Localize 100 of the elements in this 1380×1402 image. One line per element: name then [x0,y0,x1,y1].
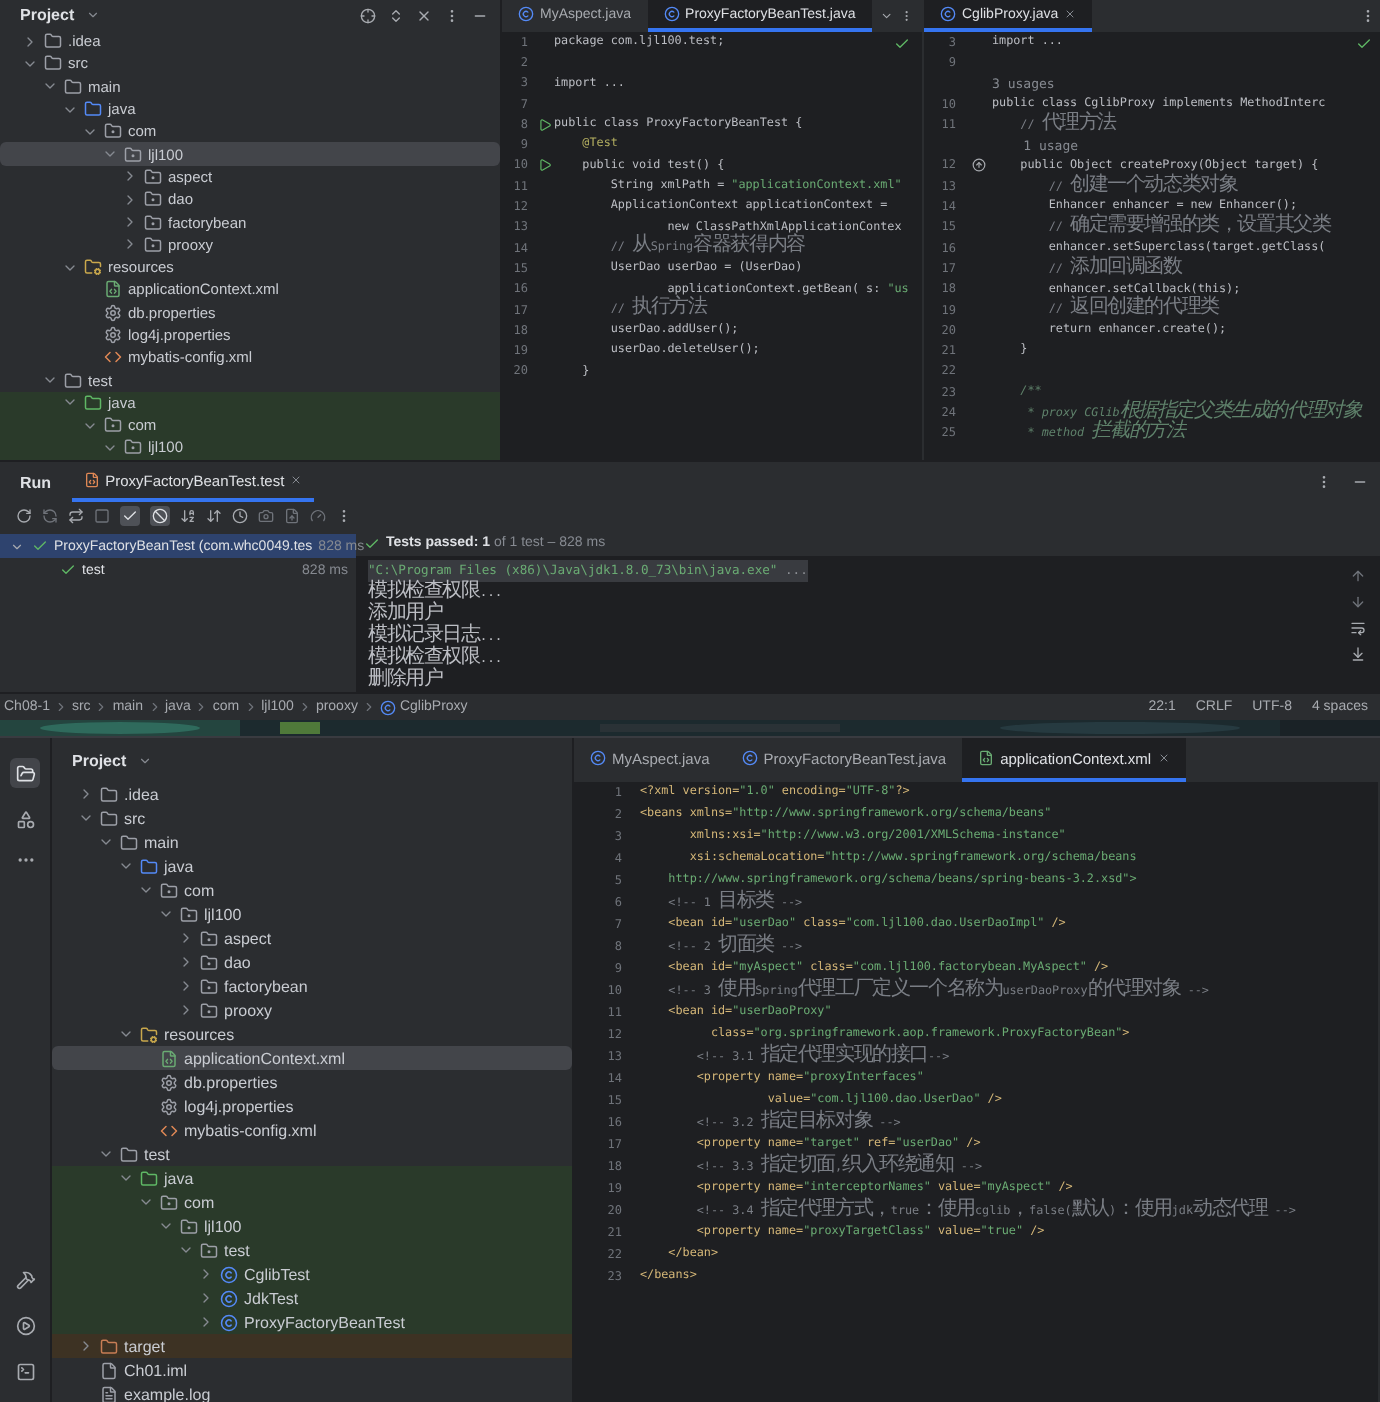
chevron-icon [194,700,209,714]
chevron-icon[interactable] [177,1242,193,1258]
tree-item[interactable]: factorybean [52,974,572,998]
panel-title[interactable]: Project [20,6,75,24]
tree-item[interactable]: prooxy [52,998,572,1022]
chevron-icon[interactable] [77,810,93,826]
folder-icon [44,54,62,73]
show-passed-icon[interactable] [120,506,140,526]
tree-item[interactable]: ProxyFactoryBeanTest [52,1310,572,1334]
folder-icon [84,393,102,412]
folder-icon [140,1169,158,1187]
tree-item[interactable]: .idea [52,782,572,806]
chevron-icon[interactable] [10,539,24,553]
package-icon [144,213,162,232]
package-icon [160,1193,178,1211]
folder-icon [140,857,158,875]
code-file-icon [978,750,995,766]
code-file-icon [83,472,100,488]
panel-title[interactable]: Project [72,751,127,769]
folder-icon [84,100,102,119]
folder-icon [120,833,138,851]
tree-item[interactable]: aspect [52,926,572,950]
history-icon[interactable] [232,508,248,524]
class-icon [590,750,606,766]
tree-item[interactable]: src [52,806,572,830]
method-marker-icon[interactable] [971,158,985,173]
tree-item[interactable]: ljl100 [52,1214,572,1238]
chevron-icon[interactable] [97,834,113,850]
tree-item[interactable]: test [52,1142,572,1166]
tree-item[interactable]: java [52,854,572,878]
tree-item[interactable]: applicationContext.xml [52,1046,572,1070]
chevron-icon[interactable] [117,1026,133,1042]
soft-wrap-icon[interactable] [1350,620,1366,636]
package-icon [144,190,162,209]
down-arrow-icon[interactable] [1350,594,1366,610]
chevron-icon[interactable] [97,1146,113,1162]
file-icon [100,1385,118,1402]
toggle-auto-test-icon[interactable] [68,508,84,524]
chevron-icon[interactable] [117,1170,133,1186]
tree-item[interactable]: com [52,878,572,902]
chevron-icon [94,700,109,714]
camera-icon[interactable] [258,508,274,524]
crosshair-icon[interactable] [360,7,376,23]
tree-item[interactable]: test [52,1238,572,1262]
rerun-failed-icon[interactable] [42,508,58,524]
tree-item[interactable]: main [52,830,572,854]
folder-icon [120,1145,138,1163]
chevron-icon[interactable] [117,858,133,874]
gear-icon [104,303,122,322]
class-icon [379,699,396,715]
close-icon[interactable] [290,474,303,486]
tree-item[interactable]: target [52,1334,572,1358]
sort-by-duration-icon[interactable] [206,508,222,524]
chevron-icon[interactable] [157,906,173,922]
chevron-icon[interactable] [157,1218,173,1234]
package-icon [144,167,162,186]
chevron-icon[interactable] [879,8,893,24]
expand-collapse-icon[interactable] [388,7,404,23]
code-file-icon [104,280,122,299]
tree-item[interactable]: CglibTest [52,1262,572,1286]
file-icon [100,1361,118,1379]
chevron-icon[interactable] [138,753,153,767]
close-icon[interactable] [416,7,432,23]
tree-item[interactable]: Ch01.iml [52,1358,572,1382]
chevron-icon[interactable] [137,1194,153,1210]
tree-item[interactable]: resources [52,1022,572,1046]
gauge-icon[interactable] [310,508,326,524]
class-icon [663,6,680,22]
tree-item[interactable]: log4j.properties [52,1094,572,1118]
package-icon [180,1217,198,1235]
package-icon [200,953,218,971]
tree-item[interactable]: mybatis-config.xml [52,1118,572,1142]
close-icon[interactable] [1157,752,1170,764]
tree-item[interactable]: java [52,1166,572,1190]
chevron-icon[interactable] [86,8,101,22]
package-icon [160,881,178,899]
close-icon[interactable] [1064,8,1077,20]
class-icon [940,6,956,22]
import-icon[interactable] [284,508,300,524]
rerun-icon[interactable] [16,508,32,524]
stop-icon[interactable] [94,508,110,524]
project-tool-button[interactable] [10,758,40,788]
folder-icon [84,258,102,277]
tree-item[interactable]: dao [52,950,572,974]
check-icon [364,535,380,551]
sort-icon[interactable] [180,508,196,524]
show-ignored-icon[interactable] [150,506,170,526]
up-arrow-icon[interactable] [1350,568,1366,584]
class-icon [220,1313,238,1331]
tree-item[interactable]: com [52,1190,572,1214]
class-icon [518,6,534,22]
scroll-to-end-icon[interactable] [1350,646,1366,662]
tree-item[interactable]: db.properties [52,1070,572,1094]
tree-item[interactable]: ljl100 [52,902,572,926]
tree-item[interactable]: example.log [52,1382,572,1402]
tree-item[interactable]: JdkTest [52,1286,572,1310]
run-icon[interactable] [538,117,552,132]
chevron-icon[interactable] [137,882,153,898]
run-icon[interactable] [538,158,552,173]
package-icon [104,416,122,435]
